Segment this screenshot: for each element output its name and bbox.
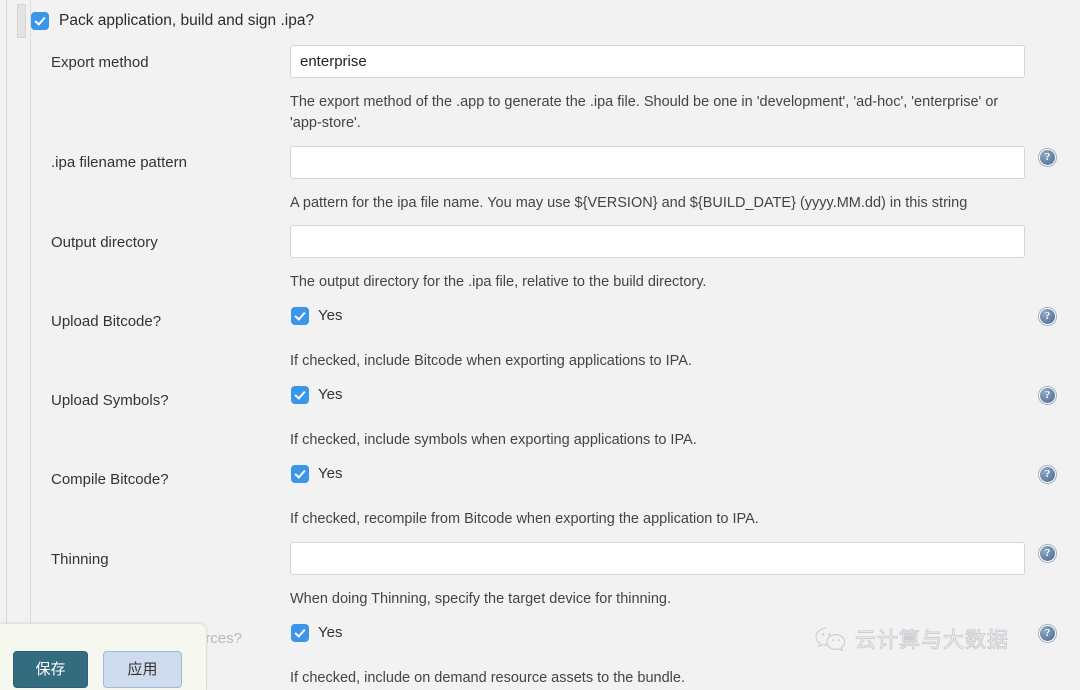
label-output-directory: Output directory	[51, 234, 158, 251]
input-export-method[interactable]	[290, 45, 1025, 78]
apply-button[interactable]: 应用	[103, 651, 182, 688]
label-export-method: Export method	[51, 54, 149, 71]
checkbox-upload-bitcode[interactable]: Yes	[292, 308, 342, 324]
help-icon-pack-on-demand-resources[interactable]: ?	[1039, 625, 1056, 642]
page-left-border	[6, 0, 7, 690]
help-icon-ipa-filename-pattern[interactable]: ?	[1039, 149, 1056, 166]
help-export-method: The export method of the .app to generat…	[290, 94, 999, 131]
checkbox-icon[interactable]	[292, 387, 308, 403]
label-upload-bitcode: Upload Bitcode?	[51, 313, 162, 330]
help-icon-upload-symbols[interactable]: ?	[1039, 387, 1056, 404]
master-pack-checkbox-label: Pack application, build and sign .ipa?	[59, 12, 315, 29]
wechat-icon	[815, 627, 846, 652]
help-icon-upload-bitcode[interactable]: ?	[1039, 308, 1056, 325]
checkbox-icon[interactable]	[292, 625, 308, 641]
section-left-border	[30, 0, 31, 645]
label-thinning: Thinning	[51, 551, 109, 568]
checkbox-compile-bitcode[interactable]: Yes	[292, 466, 342, 482]
checkbox-pack-on-demand-resources-label: Yes	[318, 624, 343, 641]
checkbox-compile-bitcode-label: Yes	[318, 465, 343, 482]
input-output-directory[interactable]	[290, 225, 1025, 258]
help-upload-bitcode: If checked, include Bitcode when exporti…	[290, 353, 692, 369]
help-ipa-filename-pattern: A pattern for the ipa file name. You may…	[290, 195, 968, 211]
help-thinning: When doing Thinning, specify the target …	[290, 591, 671, 607]
label-compile-bitcode: Compile Bitcode?	[51, 471, 169, 488]
help-pack-on-demand-resources: If checked, include on demand resource a…	[290, 670, 685, 686]
section-drag-handle[interactable]	[17, 4, 26, 38]
watermark: 云计算与大数据	[814, 624, 1009, 654]
help-output-directory: The output directory for the .ipa file, …	[290, 274, 707, 290]
watermark-text: 云计算与大数据	[855, 629, 1009, 653]
checkbox-upload-symbols-label: Yes	[318, 386, 343, 403]
help-icon-compile-bitcode[interactable]: ?	[1039, 466, 1056, 483]
input-thinning[interactable]	[290, 542, 1025, 575]
checkbox-icon[interactable]	[292, 308, 308, 324]
form-button-bar: 保存 应用	[0, 623, 207, 690]
label-upload-symbols: Upload Symbols?	[51, 392, 169, 409]
help-icon-thinning[interactable]: ?	[1039, 545, 1056, 562]
checkbox-icon[interactable]	[292, 466, 308, 482]
checkbox-upload-bitcode-label: Yes	[318, 307, 343, 324]
checkbox-icon[interactable]	[32, 13, 48, 29]
help-compile-bitcode: If checked, recompile from Bitcode when …	[290, 511, 759, 527]
help-upload-symbols: If checked, include symbols when exporti…	[290, 432, 697, 448]
input-ipa-filename-pattern[interactable]	[290, 146, 1025, 179]
form-page: Pack application, build and sign .ipa? E…	[0, 0, 1080, 690]
checkbox-upload-symbols[interactable]: Yes	[292, 387, 342, 403]
save-button[interactable]: 保存	[13, 651, 88, 688]
checkbox-pack-on-demand-resources[interactable]: Yes	[292, 625, 342, 641]
master-pack-checkbox[interactable]: Pack application, build and sign .ipa?	[32, 13, 314, 29]
label-ipa-filename-pattern: .ipa filename pattern	[51, 154, 187, 171]
